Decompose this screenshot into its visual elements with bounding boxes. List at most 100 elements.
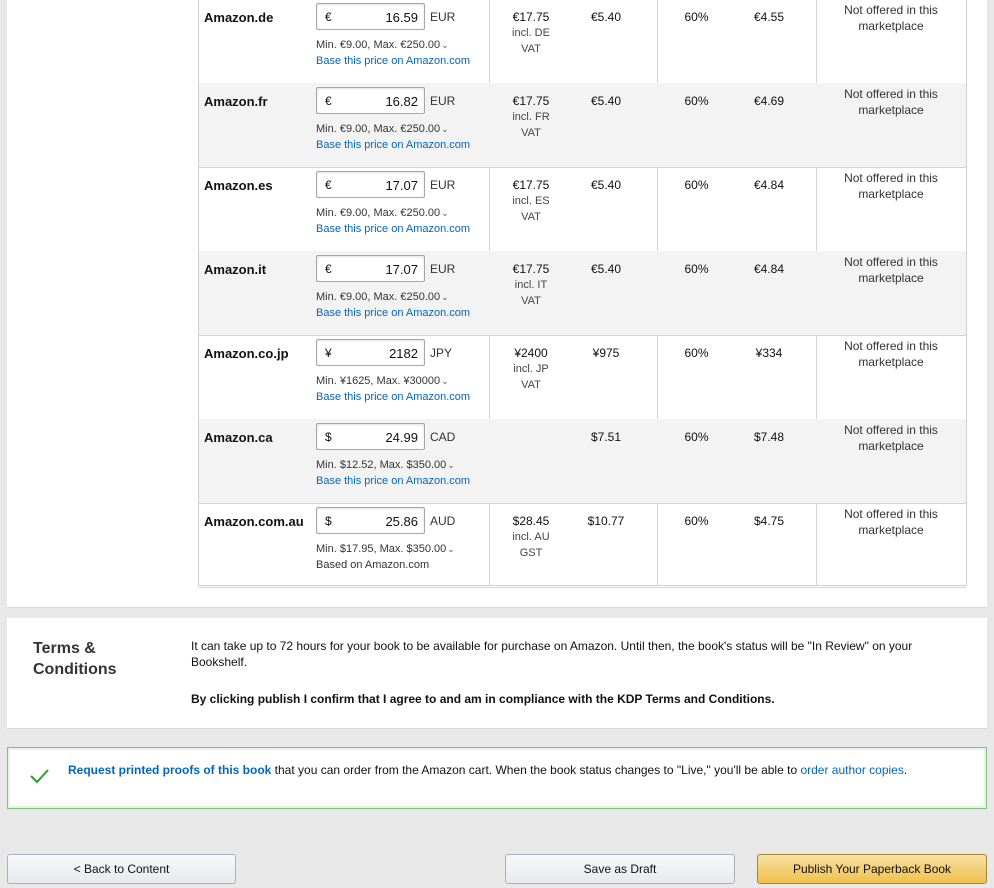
chevron-down-icon[interactable]: ⌄: [447, 460, 455, 470]
expanded-distribution-status: Not offered in this marketplace: [844, 87, 938, 117]
price-value[interactable]: 17.07: [385, 262, 418, 277]
royalty-rate: 60%: [684, 430, 709, 444]
vat-note: incl. IT VAT: [514, 279, 548, 307]
publish-button[interactable]: Publish Your Paperback Book: [757, 854, 987, 884]
chevron-down-icon[interactable]: ⌄: [441, 124, 449, 134]
pricing-row: Amazon.co.jp ¥2182 JPY Min. ¥1625, Max. ¥30…: [199, 335, 966, 420]
price-input[interactable]: €17.07: [316, 255, 425, 282]
list-price: €17.75: [512, 94, 550, 108]
terms-section: Terms & Conditions It can take up to 72 …: [7, 618, 987, 729]
list-price: €17.75: [512, 262, 550, 276]
min-max-range[interactable]: Min. €9.00, Max. €250.00⌄: [316, 39, 449, 51]
price-value[interactable]: 16.59: [385, 10, 418, 25]
list-price: ¥2400: [514, 346, 548, 360]
min-max-range[interactable]: Min. €9.00, Max. €250.00⌄: [316, 123, 449, 135]
price-value[interactable]: 24.99: [385, 430, 418, 445]
vat-note: incl. AU GST: [512, 531, 550, 559]
min-max-text: Min. $12.52, Max. $350.00: [316, 459, 447, 471]
printing-cost: ¥975: [592, 346, 620, 360]
min-max-text: Min. ¥1625, Max. ¥30000: [316, 375, 441, 387]
price-value[interactable]: 17.07: [385, 178, 418, 193]
marketplace-name: Amazon.com.au: [204, 514, 304, 529]
check-icon: [30, 769, 49, 784]
vat-note: incl. DE VAT: [512, 27, 550, 55]
currency-symbol: $: [325, 430, 332, 444]
currency-symbol: $: [325, 514, 332, 528]
currency-symbol: €: [325, 10, 332, 24]
royalty-rate: 60%: [684, 94, 709, 108]
base-price-link[interactable]: Base this price on Amazon.com: [316, 139, 470, 151]
min-max-text: Min. €9.00, Max. €250.00: [316, 39, 441, 51]
request-proofs-link[interactable]: Request printed proofs of this book: [68, 763, 271, 777]
min-max-range[interactable]: Min. $12.52, Max. $350.00⌄: [316, 459, 455, 471]
min-max-text: Min. €9.00, Max. €250.00: [316, 123, 441, 135]
pricing-row: Amazon.fr €16.82 EUR Min. €9.00, Max. €250.…: [199, 83, 966, 168]
royalty-amount: ¥334: [755, 346, 783, 360]
printing-cost: $7.51: [590, 430, 622, 444]
price-input[interactable]: €17.07: [316, 171, 425, 198]
min-max-text: Min. €9.00, Max. €250.00: [316, 207, 441, 219]
price-input[interactable]: ¥2182: [316, 339, 425, 366]
order-author-copies-link[interactable]: order author copies: [800, 763, 903, 777]
min-max-text: Min. €9.00, Max. €250.00: [316, 291, 441, 303]
base-price-link[interactable]: Base this price on Amazon.com: [316, 223, 470, 235]
price-value[interactable]: 2182: [389, 346, 418, 361]
marketplace-name: Amazon.de: [204, 10, 274, 25]
back-to-content-button[interactable]: < Back to Content: [7, 854, 236, 884]
royalty-amount: €4.84: [753, 262, 785, 276]
base-price-link[interactable]: Base this price on Amazon.com: [316, 391, 470, 403]
proof-notice: Request printed proofs of this book that…: [7, 747, 987, 809]
list-price: $28.45: [512, 514, 550, 528]
base-price-link[interactable]: Base this price on Amazon.com: [316, 307, 470, 319]
min-max-range[interactable]: Min. €9.00, Max. €250.00⌄: [316, 207, 449, 219]
pricing-table: Amazon.de €16.59 EUR Min. €9.00, Max. €250.…: [198, 0, 967, 588]
printing-cost: €5.40: [590, 10, 622, 24]
proof-notice-text: Request printed proofs of this book that…: [68, 762, 963, 778]
proof-notice-middle: that you can order from the Amazon cart.…: [271, 763, 801, 777]
chevron-down-icon[interactable]: ⌄: [441, 40, 449, 50]
royalty-amount: $4.75: [753, 514, 785, 528]
price-input[interactable]: €16.59: [316, 3, 425, 30]
price-input[interactable]: €16.82: [316, 87, 425, 114]
pricing-row: Amazon.es €17.07 EUR Min. €9.00, Max. €250.…: [199, 167, 966, 252]
currency-code: EUR: [430, 10, 456, 24]
chevron-down-icon[interactable]: ⌄: [441, 292, 449, 302]
min-max-range[interactable]: Min. ¥1625, Max. ¥30000⌄: [316, 375, 449, 387]
currency-code: EUR: [430, 94, 456, 108]
price-value[interactable]: 25.86: [385, 514, 418, 529]
currency-code: EUR: [430, 178, 456, 192]
printing-cost: €5.40: [590, 178, 622, 192]
price-input[interactable]: $24.99: [316, 423, 425, 450]
royalty-rate: 60%: [684, 10, 709, 24]
proof-notice-end: .: [903, 763, 908, 777]
availability-text: It can take up to 72 hours for your book…: [191, 639, 913, 669]
printing-cost: $10.77: [587, 514, 625, 528]
save-as-draft-button[interactable]: Save as Draft: [505, 854, 735, 884]
price-value[interactable]: 16.82: [385, 94, 418, 109]
marketplace-name: Amazon.es: [204, 178, 273, 193]
chevron-down-icon[interactable]: ⌄: [447, 544, 455, 554]
min-max-text: Min. $17.95, Max. $350.00: [316, 543, 447, 555]
base-price-link[interactable]: Base this price on Amazon.com: [316, 55, 470, 67]
min-max-range[interactable]: Min. $17.95, Max. $350.00⌄: [316, 543, 455, 555]
marketplace-name: Amazon.fr: [204, 94, 268, 109]
royalty-amount: €4.69: [753, 94, 785, 108]
min-max-range[interactable]: Min. €9.00, Max. €250.00⌄: [316, 291, 449, 303]
currency-symbol: €: [325, 262, 332, 276]
base-price-text: Based on Amazon.com: [316, 559, 430, 571]
marketplace-name: Amazon.co.jp: [204, 346, 289, 361]
base-price-link[interactable]: Base this price on Amazon.com: [316, 475, 470, 487]
currency-code: EUR: [430, 262, 456, 276]
price-input[interactable]: $25.86: [316, 507, 425, 534]
expanded-distribution-status: Not offered in this marketplace: [844, 507, 938, 537]
marketplace-name: Amazon.it: [204, 262, 267, 277]
chevron-down-icon[interactable]: ⌄: [441, 376, 449, 386]
expanded-distribution-status: Not offered in this marketplace: [844, 423, 938, 453]
chevron-down-icon[interactable]: ⌄: [441, 208, 449, 218]
royalty-rate: 60%: [684, 262, 709, 276]
expanded-distribution-status: Not offered in this marketplace: [844, 3, 938, 33]
royalty-rate: 60%: [684, 346, 709, 360]
currency-code: AUD: [430, 514, 456, 528]
expanded-distribution-status: Not offered in this marketplace: [844, 171, 938, 201]
vat-note: incl. ES VAT: [512, 195, 550, 223]
